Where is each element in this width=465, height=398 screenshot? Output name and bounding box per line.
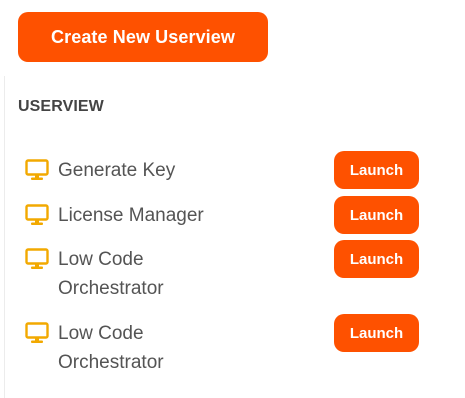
launch-button[interactable]: Launch [334, 314, 419, 352]
userview-panel: Create New Userview USERVIEW Generate Ke… [0, 0, 465, 398]
monitor-icon [25, 322, 49, 344]
monitor-icon [25, 204, 49, 226]
userview-name[interactable]: Low Code Orchestrator [58, 319, 208, 377]
monitor-icon [25, 248, 49, 270]
userview-name[interactable]: Generate Key [58, 156, 208, 185]
panel-divider [4, 76, 5, 398]
launch-button[interactable]: Launch [334, 151, 419, 189]
monitor-icon [25, 159, 49, 181]
create-new-userview-button[interactable]: Create New Userview [18, 12, 268, 62]
userview-name[interactable]: License Manager [58, 201, 208, 230]
userview-section-heading: USERVIEW [18, 98, 104, 115]
launch-button[interactable]: Launch [334, 240, 419, 278]
userview-name[interactable]: Low Code Orchestrator [58, 245, 208, 303]
launch-button[interactable]: Launch [334, 196, 419, 234]
